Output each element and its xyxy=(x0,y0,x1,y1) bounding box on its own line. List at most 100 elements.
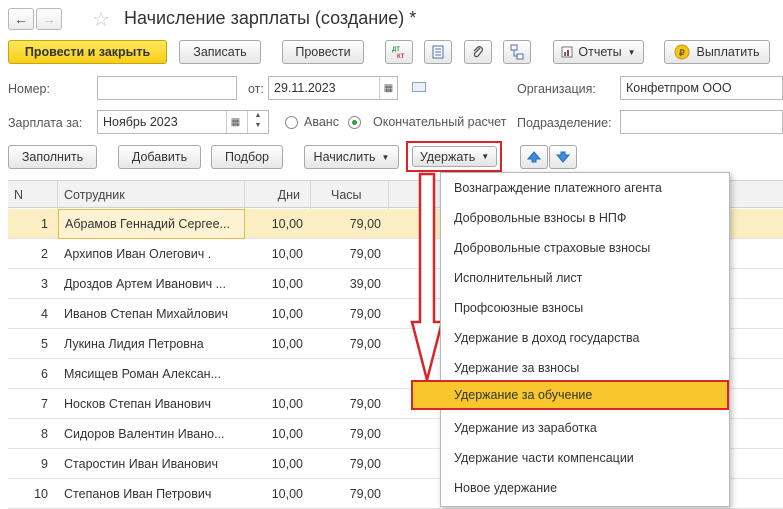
coin-icon: ₽ xyxy=(674,44,690,60)
row-days[interactable] xyxy=(245,359,311,389)
stepper-down-icon[interactable]: ▼ xyxy=(248,121,268,131)
row-employee[interactable]: Мясищев Роман Алексан... xyxy=(58,359,245,389)
structure-button[interactable] xyxy=(503,40,531,64)
advance-label: Аванс xyxy=(304,115,339,129)
menu-item[interactable]: Профсоюзные взносы xyxy=(441,293,729,323)
move-up-button[interactable] xyxy=(520,145,548,169)
row-days[interactable]: 10,00 xyxy=(245,419,311,449)
row-hours[interactable]: 79,00 xyxy=(311,299,389,329)
back-button[interactable]: ← xyxy=(8,8,34,30)
row-hours[interactable]: 79,00 xyxy=(311,389,389,419)
arrow-up-icon xyxy=(527,151,541,163)
history-icon[interactable] xyxy=(412,82,426,92)
row-number: 5 xyxy=(41,337,48,351)
advance-radio[interactable] xyxy=(285,116,298,129)
svg-text:КТ: КТ xyxy=(397,54,405,60)
row-days[interactable]: 10,00 xyxy=(245,269,311,299)
col-days[interactable]: Дни xyxy=(245,181,311,209)
date-value: 29.11.2023 xyxy=(274,81,336,95)
chart-icon xyxy=(561,46,573,58)
organization-label: Организация: xyxy=(517,82,596,96)
row-days[interactable]: 10,00 xyxy=(245,329,311,359)
row-days[interactable]: 10,00 xyxy=(245,239,311,269)
row-number: 10 xyxy=(34,487,48,501)
stepper-up-icon[interactable]: ▲ xyxy=(248,111,268,121)
attach-files-button[interactable] xyxy=(464,40,492,64)
calendar-button[interactable]: ▦ xyxy=(379,77,397,99)
menu-item[interactable]: Исполнительный лист xyxy=(441,263,729,293)
number-field[interactable] xyxy=(97,76,237,100)
row-number: 9 xyxy=(41,457,48,471)
save-button[interactable]: Записать xyxy=(179,40,261,64)
row-hours[interactable]: 79,00 xyxy=(311,449,389,479)
col-n[interactable]: N xyxy=(8,181,58,209)
fill-button[interactable]: Заполнить xyxy=(8,145,97,169)
menu-item[interactable]: Вознаграждение платежного агента xyxy=(441,173,729,203)
post-button[interactable]: Провести xyxy=(282,40,364,64)
hierarchy-icon xyxy=(510,44,524,60)
date-label: от: xyxy=(248,82,264,96)
division-field[interactable] xyxy=(620,110,783,134)
menu-item[interactable]: Удержание за взносы xyxy=(441,353,729,383)
favorite-star-icon[interactable]: ☆ xyxy=(92,7,110,32)
row-number: 2 xyxy=(41,247,48,261)
menu-item[interactable]: Удержание части компенсации xyxy=(441,443,729,473)
organization-field[interactable]: Конфетпром ООО xyxy=(620,76,783,100)
accrue-label: Начислить xyxy=(313,150,376,164)
row-hours[interactable]: 79,00 xyxy=(311,209,389,239)
row-hours[interactable]: 79,00 xyxy=(311,239,389,269)
row-hours[interactable]: 79,00 xyxy=(311,479,389,509)
move-down-button[interactable] xyxy=(549,145,577,169)
row-employee[interactable]: Абрамов Геннадий Сергее... xyxy=(58,209,245,239)
row-days[interactable]: 10,00 xyxy=(245,209,311,239)
arrow-left-icon: ← xyxy=(14,11,28,27)
post-and-close-button[interactable]: Провести и закрыть xyxy=(8,40,167,64)
list-icon xyxy=(432,45,444,59)
row-employee[interactable]: Дроздов Артем Иванович ... xyxy=(58,269,245,299)
row-employee[interactable]: Иванов Степан Михайлович xyxy=(58,299,245,329)
document-list-button[interactable] xyxy=(424,40,452,64)
col-employee[interactable]: Сотрудник xyxy=(58,181,245,209)
period-stepper[interactable]: ▲ ▼ xyxy=(247,111,268,133)
final-calc-radio[interactable] xyxy=(348,116,361,129)
menu-item[interactable]: Удержание в доход государства xyxy=(441,323,729,353)
row-employee[interactable]: Сидоров Валентин Ивано... xyxy=(58,419,245,449)
row-employee[interactable]: Лукина Лидия Петровна xyxy=(58,329,245,359)
row-hours[interactable]: 39,00 xyxy=(311,269,389,299)
withhold-highlight-box xyxy=(406,141,502,172)
number-label: Номер: xyxy=(8,82,50,96)
pay-button[interactable]: ₽ Выплатить xyxy=(664,40,770,64)
dtkt-button[interactable]: ДТ КТ xyxy=(385,40,413,64)
menu-item[interactable]: Добровольные страховые взносы xyxy=(441,233,729,263)
row-employee[interactable]: Старостин Иван Иванович xyxy=(58,449,245,479)
period-calendar-button[interactable]: ▦ xyxy=(226,111,244,133)
menu-item[interactable]: Удержание за обучение xyxy=(411,380,729,410)
menu-item[interactable]: Добровольные взносы в НПФ xyxy=(441,203,729,233)
page-title: Начисление зарплаты (создание) * xyxy=(124,8,417,28)
accrue-button[interactable]: Начислить ▼ xyxy=(304,145,399,169)
row-employee[interactable]: Носков Степан Иванович xyxy=(58,389,245,419)
row-days[interactable]: 10,00 xyxy=(245,449,311,479)
reports-button[interactable]: Отчеты ▼ xyxy=(553,40,644,64)
row-hours[interactable]: 79,00 xyxy=(311,419,389,449)
pick-button[interactable]: Подбор xyxy=(211,145,283,169)
row-days[interactable]: 10,00 xyxy=(245,389,311,419)
pay-label: Выплатить xyxy=(696,45,760,59)
col-hours[interactable]: Часы xyxy=(311,181,389,209)
menu-item[interactable]: Удержание из заработка xyxy=(441,413,729,443)
svg-text:₽: ₽ xyxy=(679,48,685,58)
row-number: 4 xyxy=(41,307,48,321)
row-employee[interactable]: Архипов Иван Олегович . xyxy=(58,239,245,269)
add-button[interactable]: Добавить xyxy=(118,145,201,169)
row-days[interactable]: 10,00 xyxy=(245,479,311,509)
salary-for-value: Ноябрь 2023 xyxy=(103,115,178,129)
paperclip-icon xyxy=(473,46,483,58)
row-number: 1 xyxy=(41,217,48,231)
row-hours[interactable] xyxy=(311,359,389,389)
forward-button[interactable]: → xyxy=(36,8,62,30)
chevron-down-icon: ▼ xyxy=(381,152,390,162)
menu-item[interactable]: Новое удержание xyxy=(441,473,729,503)
row-hours[interactable]: 79,00 xyxy=(311,329,389,359)
row-employee[interactable]: Степанов Иван Петрович xyxy=(58,479,245,509)
row-days[interactable]: 10,00 xyxy=(245,299,311,329)
